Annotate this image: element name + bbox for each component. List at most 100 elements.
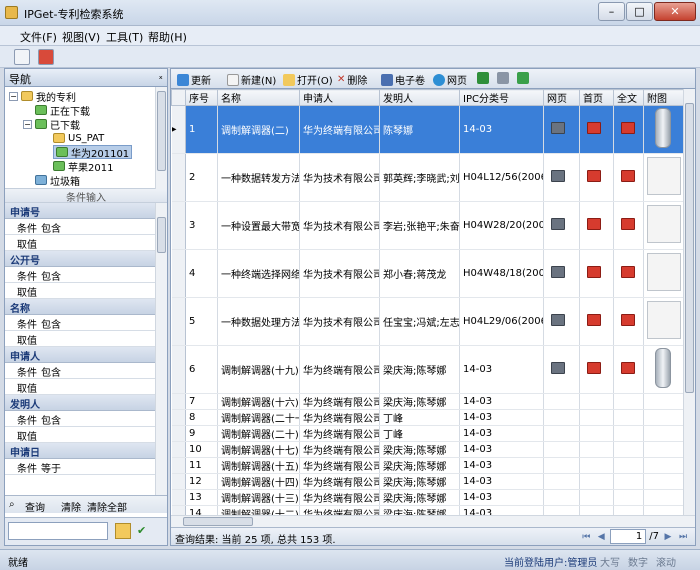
query-button[interactable]: 查询	[25, 499, 45, 514]
tree-node-downloading[interactable]: 正在下载	[35, 103, 90, 118]
pin-icon[interactable]: ₓ	[159, 71, 163, 82]
table-row[interactable]: 9 调制解调器(二十) 华为终端有限公司 丁峰 14-03	[171, 425, 683, 442]
cell-full[interactable]	[613, 201, 644, 250]
cell-full[interactable]	[613, 473, 644, 490]
pdf-icon[interactable]	[587, 314, 601, 326]
prev-page-icon[interactable]: ◀	[595, 531, 607, 543]
cell-front[interactable]	[579, 473, 614, 490]
open-button[interactable]: 打开(O)	[283, 72, 333, 87]
cell-drawing[interactable]	[643, 425, 683, 442]
pdf-icon[interactable]	[621, 314, 635, 326]
cell-full[interactable]	[613, 297, 644, 346]
first-page-icon[interactable]: ⏮	[580, 531, 592, 543]
col-ipc[interactable]: IPC分类号	[459, 89, 544, 106]
cell-web[interactable]	[543, 505, 580, 515]
web-page-icon[interactable]	[551, 122, 565, 134]
ebook-button[interactable]: 电子卷	[381, 72, 425, 87]
table-row[interactable]: 6 调制解调器(十九) 华为终端有限公司 梁庆海;陈琴娜 14-03	[171, 345, 683, 394]
cell-front[interactable]	[579, 153, 614, 202]
cell-front[interactable]	[579, 425, 614, 442]
cell-full[interactable]	[613, 153, 644, 202]
clear-button[interactable]: 清除	[61, 499, 81, 514]
tree-scrollbar[interactable]	[155, 87, 167, 189]
grid-vscrollbar[interactable]	[683, 89, 695, 515]
tree-node-downloaded[interactable]: − 已下载	[23, 117, 80, 132]
page-input[interactable]: 1	[610, 529, 647, 544]
cell-web[interactable]	[543, 153, 580, 202]
cell-web[interactable]	[543, 249, 580, 298]
web-page-icon[interactable]	[551, 170, 565, 182]
cell-drawing[interactable]	[643, 105, 683, 154]
delete-button[interactable]: ✕ 删除	[337, 72, 367, 88]
scroll-thumb[interactable]	[157, 91, 166, 171]
refresh-button[interactable]: 更新	[177, 72, 211, 87]
col-front[interactable]: 首页	[579, 89, 614, 106]
cell-full[interactable]	[613, 105, 644, 154]
menu-tools[interactable]: 工具(T)	[106, 29, 143, 45]
quick-input[interactable]	[8, 522, 108, 540]
section-applicant[interactable]: 申请人	[5, 347, 167, 363]
cell-web[interactable]	[543, 345, 580, 394]
menu-help[interactable]: 帮助(H)	[148, 29, 187, 45]
pdf-icon[interactable]	[621, 218, 635, 230]
table-row[interactable]: 3一种设置最大带宽华为技术有限公司李岩;张艳平;朱奋勇H04W28/20(200	[171, 201, 683, 250]
cell-web[interactable]	[543, 489, 580, 506]
menu-view[interactable]: 视图(V)	[62, 29, 100, 45]
col-applicant[interactable]: 申请人	[299, 89, 380, 106]
condition-row[interactable]: 条件 包含	[5, 363, 167, 379]
pdf-icon[interactable]	[621, 170, 635, 182]
cell-drawing[interactable]	[643, 249, 683, 298]
web-page-icon[interactable]	[551, 266, 565, 278]
pdf-icon[interactable]	[587, 170, 601, 182]
clear-all-button[interactable]: 清除全部	[87, 499, 127, 514]
menu-file[interactable]: 文件(F)	[20, 29, 57, 45]
connect-icon[interactable]	[14, 49, 30, 65]
cell-web[interactable]	[543, 473, 580, 490]
cell-drawing[interactable]	[643, 489, 683, 506]
cell-web[interactable]	[543, 441, 580, 458]
condition-row[interactable]: 条件 包含	[5, 411, 167, 427]
pdf-icon[interactable]	[587, 218, 601, 230]
cell-web[interactable]	[543, 425, 580, 442]
pdf-icon[interactable]	[621, 122, 635, 134]
cell-front[interactable]	[579, 345, 614, 394]
condition-row[interactable]: 条件 包含	[5, 267, 167, 283]
drawing-thumbnail[interactable]	[647, 157, 681, 195]
stop-icon[interactable]	[38, 49, 54, 65]
table-row[interactable]: 2一种数据转发方法华为技术有限公司郭英辉;李晓武;刘火H04L12/56(200…	[171, 153, 683, 202]
section-inventor[interactable]: 发明人	[5, 395, 167, 411]
table-row[interactable]: ▸ 1 调制解调器(二) 华为终端有限公司 陈琴娜 14-03	[171, 105, 683, 154]
cell-front[interactable]	[579, 489, 614, 506]
section-publication-no[interactable]: 公开号	[5, 251, 167, 267]
condition-scrollbar[interactable]	[155, 203, 167, 497]
section-application-date[interactable]: 申请日	[5, 443, 167, 459]
cell-web[interactable]	[543, 297, 580, 346]
value-row[interactable]: 取值	[5, 235, 167, 251]
cell-full[interactable]	[613, 457, 644, 474]
tree-node-huawei[interactable]: 华为201101	[53, 145, 133, 160]
drawing-thumbnail[interactable]	[647, 205, 681, 243]
col-web[interactable]: 网页	[543, 89, 580, 106]
cell-front[interactable]	[579, 393, 614, 410]
cell-front[interactable]	[579, 409, 614, 426]
tree-node-apple[interactable]: 苹果2011	[53, 159, 113, 174]
drawing-thumbnail[interactable]	[655, 108, 671, 148]
drawing-thumbnail[interactable]	[647, 301, 681, 339]
section-name[interactable]: 名称	[5, 299, 167, 315]
condition-row[interactable]: 条件 包含	[5, 219, 167, 235]
cell-drawing[interactable]	[643, 153, 683, 202]
web-button[interactable]: 网页	[433, 72, 467, 87]
tree-node-trash[interactable]: 垃圾箱	[35, 173, 80, 188]
table-row[interactable]: 10 调制解调器(十七) 华为终端有限公司 梁庆海;陈琴娜 14-03	[171, 441, 683, 458]
scroll-thumb[interactable]	[183, 517, 253, 526]
cell-drawing[interactable]	[643, 297, 683, 346]
table-row[interactable]: 5一种数据处理方法华为技术有限公司任宝宝;冯斌;左志明H04L29/06(200…	[171, 297, 683, 346]
section-application-no[interactable]: 申请号	[5, 203, 167, 219]
col-no[interactable]: 序号	[185, 89, 218, 106]
table-row[interactable]: 4 一种终端选择网络 华为技术有限公司 郑小春;蒋茂龙 H04W48/18(200	[171, 249, 683, 298]
col-full[interactable]: 全文	[613, 89, 644, 106]
cell-web[interactable]	[543, 409, 580, 426]
collapse-icon[interactable]: −	[9, 91, 18, 101]
cell-full[interactable]	[613, 505, 644, 515]
cell-front[interactable]	[579, 505, 614, 515]
